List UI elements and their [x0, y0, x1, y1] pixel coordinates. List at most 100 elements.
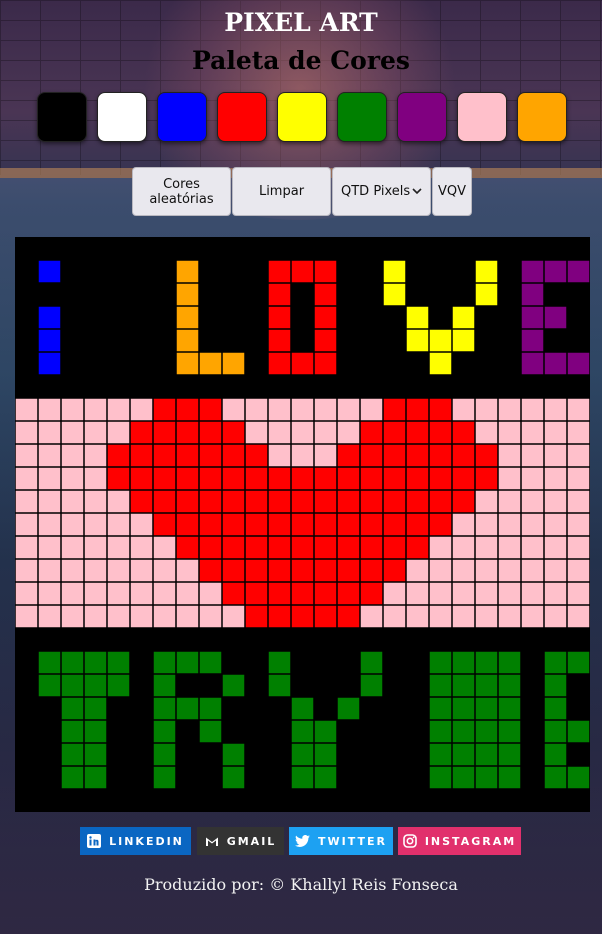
- pixel[interactable]: [383, 490, 406, 513]
- pixel[interactable]: [199, 674, 222, 697]
- pixel[interactable]: [498, 582, 521, 605]
- pixel[interactable]: [360, 398, 383, 421]
- pixel[interactable]: [429, 674, 452, 697]
- pixel[interactable]: [176, 582, 199, 605]
- pixel[interactable]: [291, 490, 314, 513]
- pixel[interactable]: [291, 283, 314, 306]
- pixel[interactable]: [153, 766, 176, 789]
- pixel[interactable]: [222, 444, 245, 467]
- pixel[interactable]: [360, 421, 383, 444]
- pixel[interactable]: [452, 513, 475, 536]
- pixel[interactable]: [406, 444, 429, 467]
- pixel[interactable]: [222, 697, 245, 720]
- pixel[interactable]: [61, 421, 84, 444]
- pixel[interactable]: [61, 237, 84, 260]
- pixel[interactable]: [521, 260, 544, 283]
- pixel[interactable]: [291, 674, 314, 697]
- pixel[interactable]: [84, 513, 107, 536]
- pixel[interactable]: [291, 582, 314, 605]
- pixel[interactable]: [314, 444, 337, 467]
- pixel[interactable]: [544, 490, 567, 513]
- pixel[interactable]: [498, 306, 521, 329]
- pixel[interactable]: [176, 306, 199, 329]
- pixel[interactable]: [521, 720, 544, 743]
- pixel[interactable]: [291, 260, 314, 283]
- pixel[interactable]: [475, 421, 498, 444]
- pixel[interactable]: [291, 237, 314, 260]
- pixel[interactable]: [314, 467, 337, 490]
- pixel[interactable]: [360, 513, 383, 536]
- pixel[interactable]: [15, 605, 38, 628]
- pixel[interactable]: [291, 467, 314, 490]
- pixel[interactable]: [567, 605, 590, 628]
- pixel[interactable]: [61, 444, 84, 467]
- pixel[interactable]: [337, 582, 360, 605]
- pixel[interactable]: [199, 720, 222, 743]
- pixel[interactable]: [475, 467, 498, 490]
- pixel[interactable]: [452, 375, 475, 398]
- pixel[interactable]: [199, 306, 222, 329]
- pixel[interactable]: [567, 490, 590, 513]
- pixel[interactable]: [245, 651, 268, 674]
- pixel[interactable]: [452, 467, 475, 490]
- pixel[interactable]: [337, 306, 360, 329]
- pixel[interactable]: [475, 398, 498, 421]
- pixel[interactable]: [314, 237, 337, 260]
- pixel[interactable]: [429, 283, 452, 306]
- pixel[interactable]: [245, 490, 268, 513]
- pixel[interactable]: [337, 720, 360, 743]
- pixel[interactable]: [429, 237, 452, 260]
- pixel[interactable]: [406, 375, 429, 398]
- pixel[interactable]: [199, 490, 222, 513]
- instagram-button[interactable]: INSTAGRAM: [398, 827, 521, 855]
- pixel[interactable]: [268, 766, 291, 789]
- pixel[interactable]: [383, 536, 406, 559]
- pixel[interactable]: [130, 559, 153, 582]
- pixel[interactable]: [406, 697, 429, 720]
- pixel[interactable]: [360, 283, 383, 306]
- pixel[interactable]: [475, 789, 498, 812]
- pixel[interactable]: [314, 674, 337, 697]
- pixel[interactable]: [268, 789, 291, 812]
- pixel[interactable]: [475, 743, 498, 766]
- pixel[interactable]: [61, 559, 84, 582]
- pixel[interactable]: [15, 421, 38, 444]
- pixel[interactable]: [130, 467, 153, 490]
- pixel[interactable]: [475, 628, 498, 651]
- pixel[interactable]: [567, 375, 590, 398]
- pixel[interactable]: [268, 444, 291, 467]
- pixel[interactable]: [291, 605, 314, 628]
- pixel[interactable]: [107, 582, 130, 605]
- pixel[interactable]: [452, 536, 475, 559]
- pixel[interactable]: [107, 398, 130, 421]
- pixel[interactable]: [222, 582, 245, 605]
- pixel[interactable]: [130, 329, 153, 352]
- pixel[interactable]: [544, 444, 567, 467]
- pixel[interactable]: [475, 536, 498, 559]
- pixel[interactable]: [544, 329, 567, 352]
- pixel[interactable]: [15, 467, 38, 490]
- pixel[interactable]: [567, 467, 590, 490]
- pixel[interactable]: [291, 536, 314, 559]
- pixel[interactable]: [222, 398, 245, 421]
- pixel[interactable]: [429, 260, 452, 283]
- pixel[interactable]: [452, 398, 475, 421]
- pixel[interactable]: [199, 467, 222, 490]
- pixel[interactable]: [153, 743, 176, 766]
- pixel[interactable]: [222, 329, 245, 352]
- pixel[interactable]: [567, 766, 590, 789]
- pixel[interactable]: [475, 559, 498, 582]
- pixel[interactable]: [61, 306, 84, 329]
- pixel[interactable]: [84, 260, 107, 283]
- pixel[interactable]: [107, 329, 130, 352]
- pixel[interactable]: [360, 559, 383, 582]
- pixel[interactable]: [222, 490, 245, 513]
- pixel[interactable]: [498, 444, 521, 467]
- pixel[interactable]: [38, 559, 61, 582]
- pixel[interactable]: [245, 260, 268, 283]
- pixel[interactable]: [498, 766, 521, 789]
- pixel[interactable]: [544, 375, 567, 398]
- palette-color-1[interactable]: [97, 92, 147, 142]
- palette-color-0[interactable]: [37, 92, 87, 142]
- pixel[interactable]: [567, 536, 590, 559]
